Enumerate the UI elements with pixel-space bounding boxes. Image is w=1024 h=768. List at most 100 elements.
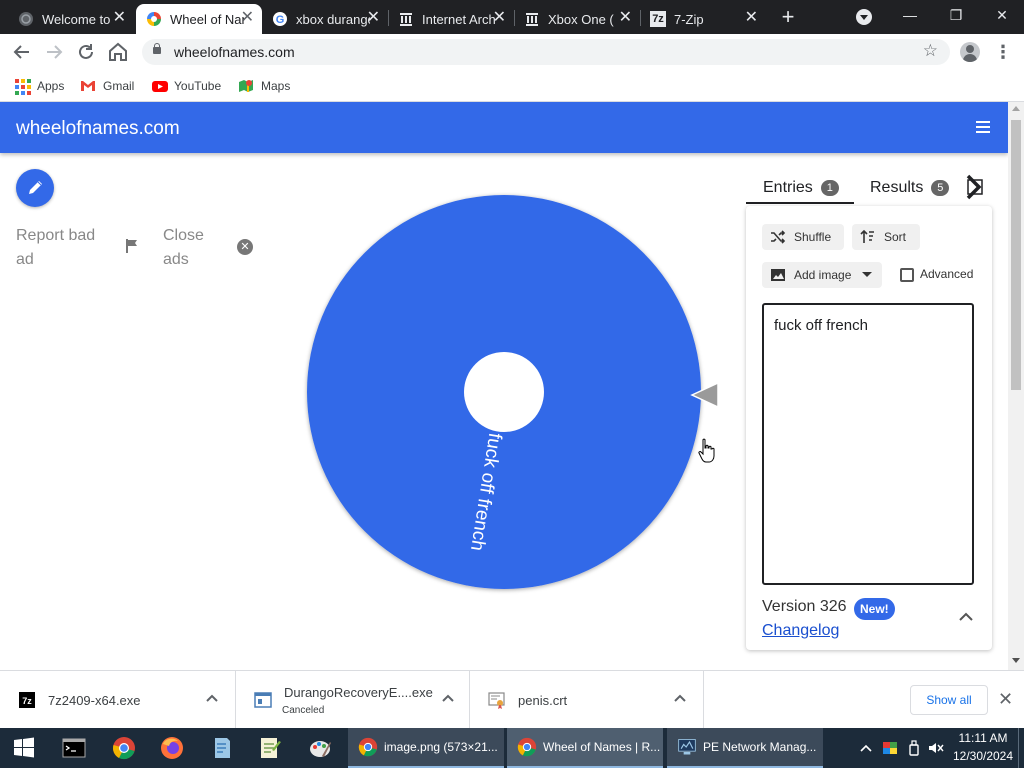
spin-wheel[interactable]: fuck off french — [300, 192, 710, 602]
command-prompt-icon[interactable] — [62, 736, 86, 760]
report-bad-ad-link[interactable]: Report bad ad — [16, 224, 108, 272]
apps-grid-icon — [14, 78, 31, 95]
chevron-right-icon[interactable] — [962, 174, 988, 200]
show-all-downloads-button[interactable]: Show all — [910, 685, 988, 715]
close-ads-icon[interactable]: ✕ — [237, 239, 253, 255]
entries-textarea[interactable] — [762, 303, 974, 585]
chevron-up-icon[interactable] — [958, 610, 974, 622]
caret-down-icon — [862, 272, 873, 277]
download-item[interactable]: penis.crt — [470, 671, 704, 729]
new-tab-button[interactable]: + — [776, 6, 800, 30]
close-ads-link[interactable]: Close ads — [163, 224, 223, 272]
tab-label: xbox durango — [296, 11, 370, 27]
display-color-icon[interactable] — [882, 740, 898, 756]
bookmark-label: Maps — [261, 79, 291, 93]
back-button[interactable] — [10, 40, 34, 64]
archive-icon — [398, 11, 414, 27]
browser-menu-icon[interactable]: ⋮ — [994, 40, 1012, 64]
task-label: Wheel of Names | R... — [543, 740, 661, 754]
site-title[interactable]: wheelofnames.com — [16, 118, 180, 140]
tab-xbox-one[interactable]: Xbox One ( ✕ — [514, 4, 640, 34]
show-hidden-icons-icon[interactable] — [858, 740, 874, 756]
tab-search-button[interactable] — [856, 9, 872, 25]
taskbar-task-image[interactable]: image.png (573×21... — [348, 728, 504, 768]
shuffle-icon — [771, 230, 786, 244]
download-item[interactable]: 7z 7z2409-x64.exe — [0, 671, 236, 729]
clock-date[interactable]: 12/30/2024 — [952, 749, 1014, 763]
hand-cursor-icon — [698, 438, 715, 463]
notepad-icon[interactable] — [210, 736, 234, 760]
taskbar-task-wheel-of-names[interactable]: Wheel of Names | R... — [507, 728, 663, 768]
tab-label: Welcome to — [42, 11, 111, 27]
close-tab-icon[interactable]: ✕ — [619, 10, 632, 26]
windows-taskbar: image.png (573×21... Wheel of Names | R.… — [0, 728, 1024, 768]
download-item[interactable]: DurangoRecoveryE....exe Canceled — [236, 671, 470, 729]
show-desktop-button[interactable] — [1018, 728, 1024, 768]
close-downloads-icon[interactable]: ✕ — [998, 689, 1013, 710]
bookmark-gmail[interactable]: Gmail — [80, 76, 134, 96]
url-text[interactable]: wheelofnames.com — [174, 44, 295, 60]
tab-results[interactable]: Results 5 — [870, 172, 950, 204]
bookmark-apps[interactable]: Apps — [14, 76, 64, 96]
page-scrollbar[interactable] — [1008, 102, 1024, 670]
close-tab-icon[interactable]: ✕ — [493, 10, 506, 26]
usb-drive-icon[interactable] — [906, 740, 922, 756]
reload-button[interactable] — [74, 40, 98, 64]
scrollbar-thumb[interactable] — [1011, 120, 1021, 390]
minimize-button[interactable]: — — [890, 4, 930, 28]
chevron-up-icon[interactable] — [206, 693, 218, 703]
bookmark-label: Gmail — [103, 79, 135, 93]
bookmark-star-icon[interactable]: ☆ — [923, 41, 938, 61]
scroll-up-arrow-icon[interactable] — [1012, 106, 1020, 111]
hamburger-menu-icon[interactable] — [976, 121, 990, 133]
close-tab-icon[interactable]: ✕ — [113, 10, 126, 26]
tab-7-zip[interactable]: 7z 7-Zip ✕ — [640, 4, 766, 34]
tab-wheel-of-names[interactable]: Wheel of Names ✕ — [136, 4, 262, 34]
paint-icon[interactable] — [308, 736, 332, 760]
task-label: image.png (573×21... — [384, 740, 498, 754]
downloads-shelf: 7z 7z2409-x64.exe DurangoRecoveryE....ex… — [0, 670, 1024, 729]
advanced-checkbox[interactable] — [900, 268, 914, 282]
profile-avatar-icon[interactable] — [960, 42, 980, 62]
address-bar[interactable]: wheelofnames.com ☆ — [142, 39, 950, 65]
notepad-plus-icon[interactable] — [258, 736, 282, 760]
home-button[interactable] — [106, 40, 130, 64]
edit-pencil-button[interactable] — [16, 169, 54, 207]
clock-time[interactable]: 11:11 AM — [958, 731, 1008, 745]
firefox-icon[interactable] — [160, 736, 184, 760]
add-image-button[interactable]: Add image — [762, 262, 882, 288]
speaker-muted-icon[interactable] — [928, 740, 944, 756]
close-tab-icon[interactable]: ✕ — [367, 10, 380, 26]
add-image-label: Add image — [794, 268, 852, 282]
restore-button[interactable]: ❐ — [936, 4, 976, 28]
chrome-icon[interactable] — [112, 736, 136, 760]
lock-icon[interactable] — [153, 43, 161, 54]
bookmark-maps[interactable]: Maps — [238, 76, 290, 96]
new-badge: New! — [854, 598, 895, 620]
tab-xbox-durango[interactable]: G xbox durango ✕ — [262, 4, 388, 34]
tab-internet-archive[interactable]: Internet Archive ✕ — [388, 4, 514, 34]
chrome-icon — [358, 737, 378, 757]
close-window-button[interactable]: ✕ — [982, 4, 1022, 28]
tab-entries[interactable]: Entries 1 — [763, 172, 839, 204]
forward-button[interactable] — [42, 40, 66, 64]
svg-text:G: G — [276, 14, 285, 26]
bookmark-youtube[interactable]: YouTube — [151, 76, 221, 96]
maps-icon — [238, 78, 254, 94]
tab-welcome[interactable]: Welcome to ✕ — [8, 4, 134, 34]
wheel-center-hub[interactable] — [464, 352, 544, 432]
scroll-down-arrow-icon[interactable] — [1012, 658, 1020, 663]
flag-icon[interactable] — [124, 238, 140, 254]
close-tab-icon[interactable]: ✕ — [745, 10, 758, 26]
close-tab-icon[interactable]: ✕ — [241, 10, 254, 26]
chevron-up-icon[interactable] — [674, 693, 686, 703]
results-count-badge: 5 — [931, 180, 950, 196]
windows-start-icon[interactable] — [12, 736, 36, 760]
bookmarks-bar: Apps Gmail YouTube Maps — [0, 70, 1024, 102]
taskbar-task-pe-network-manager[interactable]: PE Network Manag... — [667, 728, 823, 768]
chevron-up-icon[interactable] — [442, 693, 454, 703]
entries-count-badge: 1 — [820, 180, 839, 196]
changelog-link[interactable]: Changelog — [762, 622, 839, 640]
shuffle-button[interactable]: Shuffle — [762, 224, 844, 250]
sort-button[interactable]: Sort — [852, 224, 920, 250]
